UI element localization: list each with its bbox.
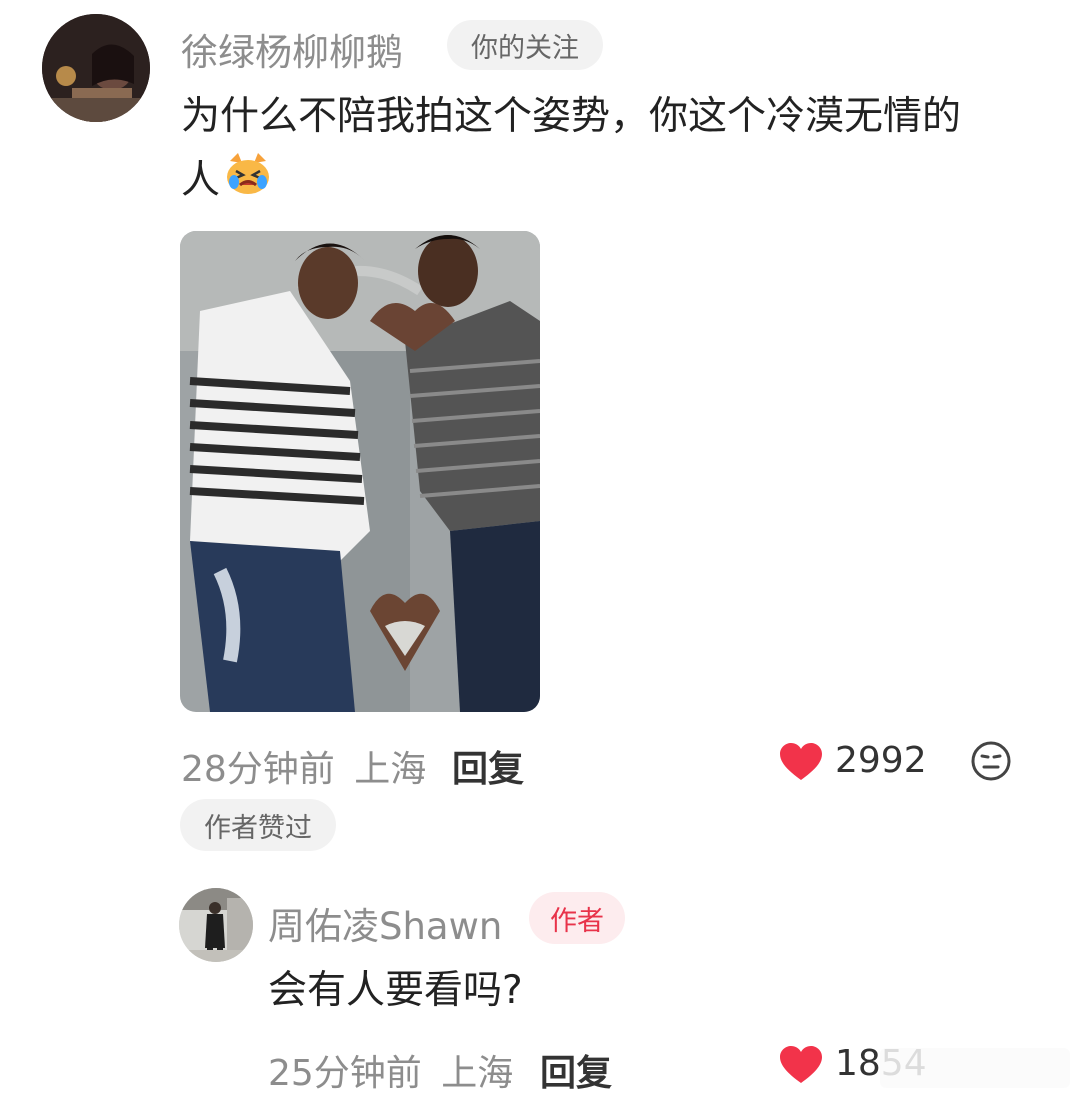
author-tag: 作者	[529, 892, 625, 944]
reply-reply-button[interactable]: 回复	[540, 1044, 612, 1096]
avatar[interactable]	[42, 14, 150, 122]
following-tag: 你的关注	[447, 20, 603, 70]
crying-cat-emoji-icon	[224, 150, 272, 216]
author-liked-badge: 作者赞过	[180, 799, 336, 851]
comment-photo[interactable]	[180, 231, 540, 712]
watermark-overlay	[880, 1048, 1070, 1088]
reply-avatar[interactable]	[179, 888, 253, 962]
dislike-face-icon[interactable]	[970, 740, 1012, 782]
heart-icon[interactable]	[779, 742, 823, 782]
comment-text-line1: 为什么不陪我拍这个姿势，你这个冷漠无情的	[181, 94, 962, 139]
reply-location: 上海	[441, 1053, 514, 1094]
reply-time: 25分钟前	[268, 1053, 422, 1094]
username[interactable]: 徐绿杨柳柳鹅	[181, 22, 403, 76]
reply-username[interactable]: 周佑凌Shawn	[268, 896, 502, 950]
like-count: 2992	[835, 740, 927, 781]
reply-text: 会有人要看吗?	[268, 968, 523, 1013]
heart-icon[interactable]	[779, 1045, 823, 1085]
comment-time: 28分钟前	[181, 749, 335, 790]
reply-button[interactable]: 回复	[452, 740, 524, 792]
comment-location: 上海	[354, 749, 427, 790]
comment-text-line2: 人	[181, 148, 272, 216]
